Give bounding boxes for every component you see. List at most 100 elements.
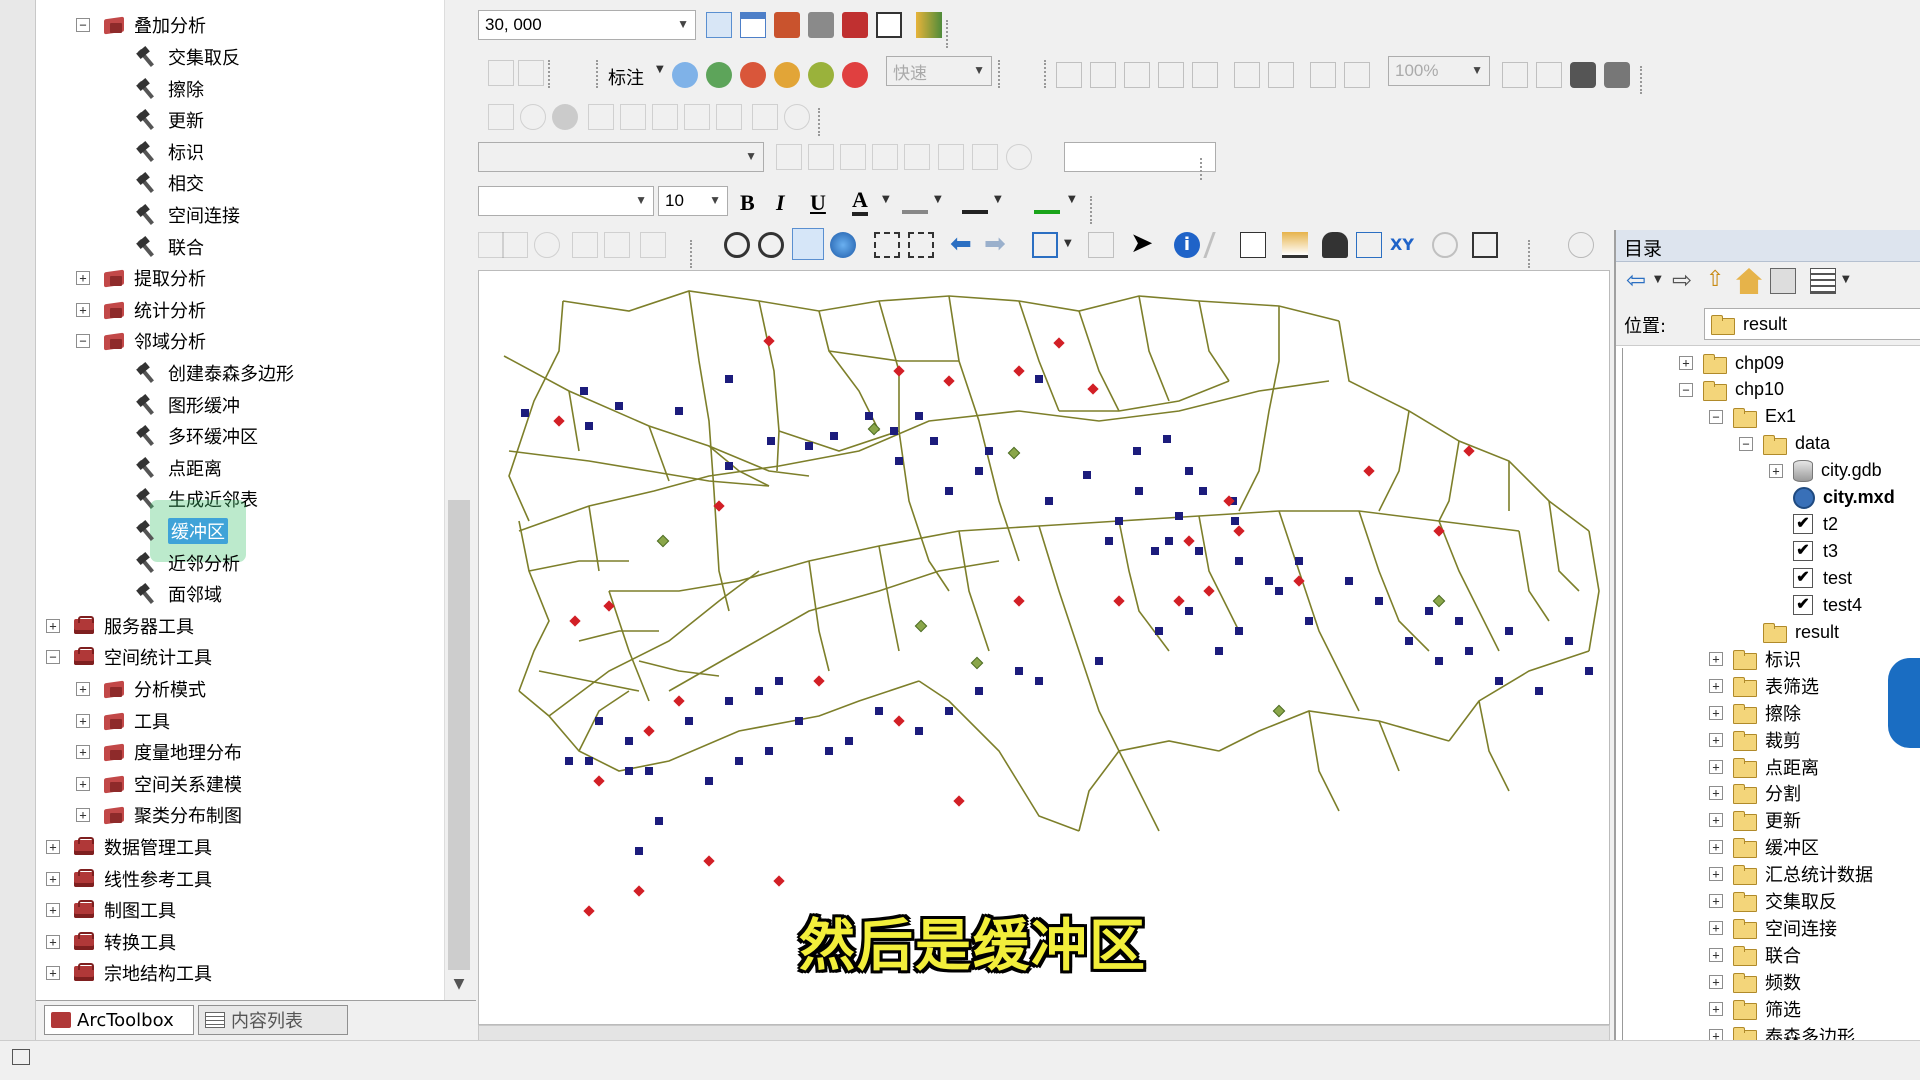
toolbox-scroll-thumb[interactable] (448, 500, 470, 970)
zoom-out-icon[interactable] (758, 232, 784, 258)
reshape-icon[interactable] (502, 232, 528, 258)
home-folder-icon[interactable] (1736, 268, 1762, 294)
connect-folder-icon[interactable] (1770, 268, 1796, 294)
editor-toolbar-icon[interactable] (706, 12, 732, 38)
catalog-item[interactable]: + 分割 (1709, 780, 1801, 806)
chevron-down-icon[interactable]: ▼ (1471, 63, 1483, 77)
catalog-item[interactable]: + 筛选 (1709, 996, 1801, 1022)
zoom-whole-page-icon[interactable] (1158, 62, 1184, 88)
topology-tool-icon[interactable] (938, 144, 964, 170)
back-extent-icon[interactable] (1310, 62, 1336, 88)
toolbar-grip[interactable] (1044, 60, 1047, 88)
topology-tool-icon[interactable] (972, 144, 998, 170)
expand-icon[interactable]: + (76, 745, 90, 759)
expand-icon[interactable]: + (46, 619, 60, 633)
catalog-item[interactable]: + 联合 (1709, 942, 1801, 968)
tab-arctoolbox[interactable]: ArcToolbox (44, 1005, 194, 1035)
topology-tool-icon[interactable] (904, 144, 930, 170)
tool-item[interactable]: 面邻域 (134, 579, 222, 609)
toolbox-item[interactable]: + 宗地结构工具 (46, 958, 212, 988)
tool-item[interactable]: 近邻分析 (134, 548, 240, 578)
pan-layout-icon[interactable] (1124, 62, 1150, 88)
chevron-down-icon[interactable]: ▼ (745, 149, 757, 163)
find-route-icon[interactable] (1356, 232, 1382, 258)
tool-item[interactable]: 标识 (134, 137, 204, 167)
toolbox-item[interactable]: + 服务器工具 (46, 611, 194, 641)
font-color-button[interactable]: A (852, 188, 868, 216)
toolset-item[interactable]: + 度量地理分布 (76, 737, 242, 767)
attributes-icon[interactable] (572, 232, 598, 258)
tool-item[interactable]: 点距离 (134, 453, 222, 483)
back-arrow-icon[interactable]: ⬅ (950, 231, 976, 258)
toolbar-grip[interactable] (548, 60, 551, 88)
location-input[interactable]: result (1704, 308, 1920, 340)
identify-icon[interactable]: i (1174, 232, 1200, 258)
expand-icon[interactable]: + (46, 903, 60, 917)
tool-item[interactable]: 擦除 (134, 74, 204, 104)
catalog-item[interactable]: ✔ t3 (1769, 538, 1838, 564)
topology-combo[interactable]: ▼ (478, 142, 764, 172)
toolbox-item[interactable]: − 空间统计工具 (46, 642, 212, 672)
collapse-icon[interactable]: − (1709, 409, 1723, 424)
sketch-icon[interactable] (520, 104, 546, 130)
expand-icon[interactable]: + (1709, 759, 1723, 774)
zoom-in-icon[interactable] (724, 232, 750, 258)
full-extent-globe-icon[interactable] (830, 232, 856, 258)
toolbox-item[interactable]: + 线性参考工具 (46, 864, 212, 894)
catalog-item[interactable]: ✔ t2 (1769, 511, 1838, 537)
catalog-item[interactable]: ✔ test (1769, 565, 1852, 591)
back-arrow-icon[interactable]: ⇦ (1626, 268, 1652, 294)
fill-color-icon[interactable] (902, 188, 928, 214)
toolset-item[interactable]: − 叠加分析 (76, 10, 206, 40)
forward-arrow-icon[interactable]: ➡ (984, 231, 1010, 258)
georef-icon[interactable] (488, 60, 514, 86)
search-window-icon[interactable] (808, 12, 834, 38)
expand-icon[interactable]: + (1709, 813, 1723, 828)
model-builder-icon[interactable] (916, 12, 942, 38)
toolset-item[interactable]: − 邻域分析 (76, 326, 206, 356)
expand-icon[interactable]: + (76, 808, 90, 822)
font-name-combo[interactable]: ▼ (478, 186, 654, 216)
fixed-zoom-out-icon[interactable] (1268, 62, 1294, 88)
create-viewer-window-icon[interactable] (1472, 232, 1498, 258)
expand-icon[interactable]: + (76, 271, 90, 285)
tool-item[interactable]: 交集取反 (134, 42, 240, 72)
forward-extent-icon[interactable] (1344, 62, 1370, 88)
expand-icon[interactable]: + (1709, 867, 1723, 882)
network-tool-icon[interactable] (784, 104, 810, 130)
catalog-item[interactable]: − chp10 (1679, 377, 1784, 403)
catalog-item[interactable]: + 点距离 (1709, 754, 1819, 780)
zoom-in-fixed-icon[interactable] (1056, 62, 1082, 88)
toolbar-grip[interactable] (1090, 196, 1093, 224)
label-weight-icon[interactable] (740, 62, 766, 88)
collapse-icon[interactable]: − (46, 650, 60, 664)
catalog-window-icon[interactable] (774, 12, 800, 38)
catalog-item[interactable]: + 擦除 (1709, 700, 1801, 726)
chevron-down-icon[interactable]: ▼ (882, 194, 892, 224)
expand-icon[interactable]: + (1709, 840, 1723, 855)
toolset-item[interactable]: + 工具 (76, 706, 170, 736)
toolbar-grip[interactable] (946, 20, 949, 48)
pause-labeling-icon[interactable] (842, 62, 868, 88)
marker-color-icon[interactable] (1034, 188, 1060, 214)
topology-tool-icon[interactable] (840, 144, 866, 170)
zoom-100-icon[interactable] (1192, 62, 1218, 88)
checkbox-icon[interactable]: ✔ (1793, 514, 1813, 535)
expand-icon[interactable]: + (1709, 920, 1723, 935)
toolbar-grip[interactable] (690, 240, 693, 268)
catalog-item[interactable]: + chp09 (1679, 350, 1784, 376)
expand-icon[interactable]: + (46, 966, 60, 980)
toolbar-grip[interactable] (596, 60, 599, 88)
toolbox-item[interactable]: + 数据管理工具 (46, 832, 212, 862)
time-slider-icon[interactable] (1432, 232, 1458, 258)
measure-icon[interactable] (1282, 232, 1308, 258)
toolbar-grip[interactable] (818, 108, 821, 136)
toggle-contents-icon[interactable] (1810, 268, 1836, 294)
select-features-icon[interactable] (1032, 232, 1058, 258)
checkbox-icon[interactable]: ✔ (1793, 568, 1813, 589)
clear-selection-icon[interactable] (1088, 232, 1114, 258)
tool-item[interactable]: 空间连接 (134, 200, 240, 230)
catalog-item[interactable]: + 标识 (1709, 646, 1801, 672)
catalog-item[interactable]: + 汇总统计数据 (1709, 861, 1873, 887)
georef-add-icon[interactable] (518, 60, 544, 86)
